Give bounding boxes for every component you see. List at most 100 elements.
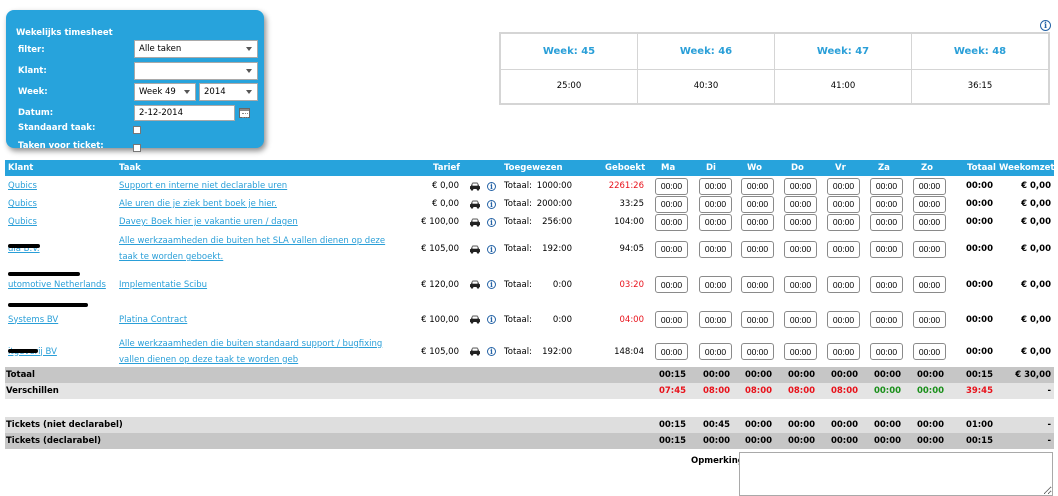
taak-link[interactable]: Implementatie Scibu	[119, 267, 391, 302]
day-cell	[784, 303, 817, 336]
day-time-input[interactable]	[870, 276, 903, 293]
day-time-input[interactable]	[827, 240, 860, 258]
day-cell	[784, 177, 817, 195]
header-di: Di	[706, 163, 716, 173]
day-time-input[interactable]	[913, 276, 946, 293]
week-summary-value: 36:15	[967, 81, 993, 91]
header-wo: Wo	[747, 163, 762, 173]
day-time-input[interactable]	[870, 177, 903, 195]
row-totaal: 00:00	[965, 181, 993, 191]
year-select[interactable]: 2014	[199, 83, 258, 101]
datum-label: Datum:	[18, 108, 54, 118]
day-time-input[interactable]	[913, 195, 946, 213]
day-time-input[interactable]	[913, 240, 946, 258]
taak-link[interactable]: Ale uren die je ziek bent boek je hier.	[119, 195, 391, 213]
day-time-input[interactable]	[699, 240, 732, 258]
day-time-input[interactable]	[870, 240, 903, 258]
day-time-input[interactable]	[741, 276, 774, 293]
day-time-input[interactable]	[870, 213, 903, 231]
day-time-input[interactable]	[655, 276, 688, 293]
day-time-input[interactable]	[655, 343, 688, 360]
day-time-input[interactable]	[741, 343, 774, 360]
day-time-input[interactable]	[655, 177, 688, 195]
day-time-input[interactable]	[913, 311, 946, 328]
filter-select[interactable]: Alle taken	[134, 40, 258, 58]
day-time-input[interactable]	[741, 311, 774, 328]
day-time-input[interactable]	[655, 213, 688, 231]
day-time-input[interactable]	[827, 311, 860, 328]
week-select[interactable]: Week 49	[134, 83, 196, 101]
day-cell	[655, 195, 688, 213]
day-time-input[interactable]	[827, 343, 860, 360]
taak-name: Ale uren die je ziek bent boek je hier.	[119, 199, 277, 209]
day-time-input[interactable]	[913, 177, 946, 195]
klant-link[interactable]: Qubics	[8, 213, 112, 231]
day-time-input[interactable]	[655, 195, 688, 213]
taak-link[interactable]: Platina Contract	[119, 303, 391, 336]
day-time-input[interactable]	[699, 311, 732, 328]
info-icon[interactable]: i	[487, 336, 496, 367]
taak-link[interactable]: Davey: Boek hier je vakantie uren / dage…	[119, 213, 391, 231]
info-icon[interactable]: i	[487, 303, 496, 336]
car-icon[interactable]	[469, 213, 481, 231]
klant-select[interactable]	[134, 62, 258, 80]
day-time-input[interactable]	[913, 343, 946, 360]
car-icon[interactable]	[469, 195, 481, 213]
car-icon[interactable]	[469, 303, 481, 336]
day-time-input[interactable]	[699, 213, 732, 231]
calendar-icon[interactable]	[239, 108, 250, 118]
day-cell	[913, 195, 946, 213]
datum-input[interactable]	[134, 105, 235, 121]
row-weekomzet: € 0,00	[1021, 279, 1051, 290]
day-time-input[interactable]	[870, 195, 903, 213]
taak-link[interactable]: Support en interne niet declarable uren	[119, 177, 391, 195]
toegewezen-value: 192:00	[542, 244, 572, 254]
info-icon[interactable]: i	[487, 232, 496, 266]
day-time-input[interactable]	[784, 240, 817, 258]
opmerking-textarea[interactable]	[739, 452, 1053, 496]
day-time-input[interactable]	[655, 311, 688, 328]
day-time-input[interactable]	[784, 311, 817, 328]
info-icon[interactable]: i	[487, 195, 496, 213]
table-header: Klant Taak Tarief Toegewezen Geboekt Ma …	[5, 160, 1055, 176]
day-time-input[interactable]	[784, 213, 817, 231]
day-time-input[interactable]	[827, 177, 860, 195]
day-time-input[interactable]	[870, 343, 903, 360]
day-time-input[interactable]	[699, 177, 732, 195]
klant-link[interactable]: Qubics	[8, 177, 112, 195]
day-time-input[interactable]	[784, 343, 817, 360]
car-icon[interactable]	[469, 232, 481, 266]
standaard-taak-checkbox[interactable]	[133, 126, 141, 134]
car-icon[interactable]	[469, 177, 481, 195]
taak-link[interactable]: Alle werkzaamheden die buiten standaard …	[119, 336, 391, 367]
day-time-input[interactable]	[784, 177, 817, 195]
day-time-input[interactable]	[699, 276, 732, 293]
day-time-input[interactable]	[827, 276, 860, 293]
day-time-input[interactable]	[741, 195, 774, 213]
day-time-input[interactable]	[741, 177, 774, 195]
info-icon[interactable]: i	[487, 213, 496, 231]
day-time-input[interactable]	[784, 276, 817, 293]
info-icon[interactable]: i	[487, 177, 496, 195]
day-time-input[interactable]	[870, 311, 903, 328]
info-icon[interactable]: i	[1040, 20, 1051, 31]
klant-link[interactable]: dia B.V.	[8, 232, 112, 266]
info-icon[interactable]: i	[487, 267, 496, 302]
car-icon[interactable]	[469, 267, 481, 302]
day-time-input[interactable]	[827, 213, 860, 231]
taak-link[interactable]: Alle werkzaamheden die buiten het SLA va…	[119, 232, 391, 266]
klant-link[interactable]: Systems BV	[8, 303, 112, 336]
taken-voor-ticket-checkbox[interactable]	[133, 144, 141, 152]
toegewezen-value: 2000:00	[536, 199, 572, 209]
day-time-input[interactable]	[913, 213, 946, 231]
day-time-input[interactable]	[699, 343, 732, 360]
day-time-input[interactable]	[784, 195, 817, 213]
day-time-input[interactable]	[741, 213, 774, 231]
day-time-input[interactable]	[699, 195, 732, 213]
day-time-input[interactable]	[827, 195, 860, 213]
day-time-input[interactable]	[655, 240, 688, 258]
klant-link[interactable]: Qubics	[8, 195, 112, 213]
geboekt-value: 94:05	[619, 244, 645, 254]
car-icon[interactable]	[469, 336, 481, 367]
day-time-input[interactable]	[741, 240, 774, 258]
